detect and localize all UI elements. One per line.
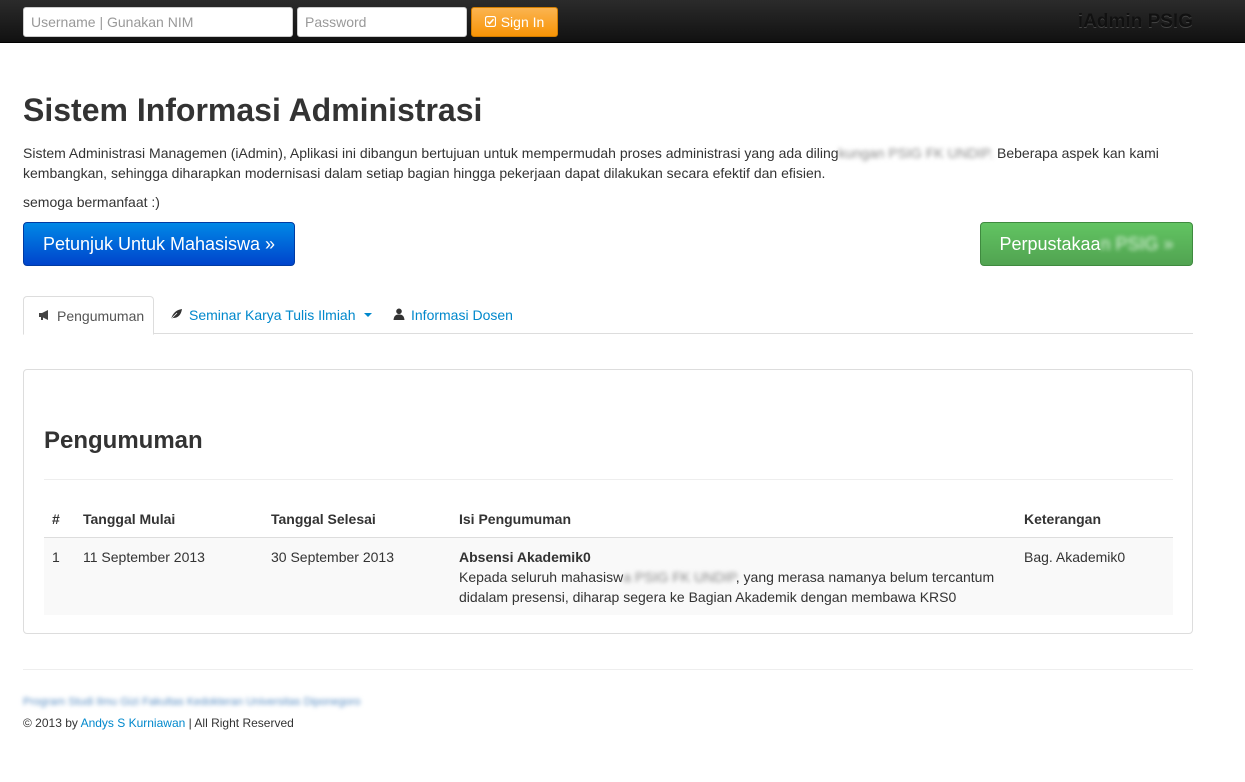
column-header: Tanggal Mulai [75,503,263,538]
cell-end-date: 30 September 2013 [263,537,451,615]
table-header-row: # Tanggal Mulai Tanggal Selesai Isi Peng… [44,503,1173,538]
intro-paragraph: Sistem Administrasi Managemen (iAdmin), … [23,145,1159,181]
megaphone-icon [38,308,51,324]
tab-pengumuman[interactable]: Pengumuman [23,296,154,335]
column-header: Tanggal Selesai [263,503,451,538]
footer-copyright: © 2013 by Andys S Kurniawan | All Right … [23,716,294,730]
check-square-icon [484,14,496,30]
brand-title[interactable]: iAdmin PSIG [1078,11,1193,33]
author-link[interactable]: Andys S Kurniawan [81,716,186,730]
tab-informasi-dosen[interactable]: Informasi Dosen [379,296,527,334]
main-tabs: Pengumuman Seminar Karya Tulis Ilmiah In… [23,296,1193,335]
footer-divider [23,669,1193,670]
cell-start-date: 11 September 2013 [75,537,263,615]
announcement-table: # Tanggal Mulai Tanggal Selesai Isi Peng… [44,503,1173,615]
cell-no: 1 [44,537,75,615]
tagline: semoga bermanfaat :) [23,194,160,210]
cell-content: Absensi Akademik0 Kepada seluruh mahasis… [451,537,1016,615]
table-row: 1 11 September 2013 30 September 2013 Ab… [44,537,1173,615]
blurred-text: kungan PSIG FK UNDIP. [838,145,994,161]
column-header: # [44,503,75,538]
footer-institution: Program Studi Ilmu Gizi Fakultas Kedokte… [23,696,361,708]
password-input[interactable] [297,7,467,37]
tab-seminar[interactable]: Seminar Karya Tulis Ilmiah [156,296,386,334]
column-header: Keterangan [1016,503,1173,538]
sign-in-label: Sign In [500,14,545,30]
sign-in-button[interactable]: Sign In [471,7,558,37]
page-title: Sistem Informasi Administrasi [23,92,483,128]
top-navbar: Sign In iAdmin PSIG [0,0,1245,43]
chevron-down-icon [363,313,372,317]
column-header: Isi Pengumuman [451,503,1016,538]
divider [44,479,1173,480]
cell-note: Bag. Akademik0 [1016,537,1173,615]
announcement-panel: Pengumuman # Tanggal Mulai Tanggal Seles… [23,369,1193,634]
library-button[interactable]: Perpustakaa n PSIG » [980,222,1193,266]
announcement-subject: Absensi Akademik0 [459,549,591,565]
student-guide-button[interactable]: Petunjuk Untuk Mahasiswa » [23,222,295,266]
announcement-body: Kepada seluruh mahasiswa PSIG FK UNDIP, … [459,569,995,605]
user-icon [393,307,405,323]
username-input[interactable] [23,7,293,37]
panel-title: Pengumuman [44,427,203,454]
leaf-icon [170,307,183,323]
